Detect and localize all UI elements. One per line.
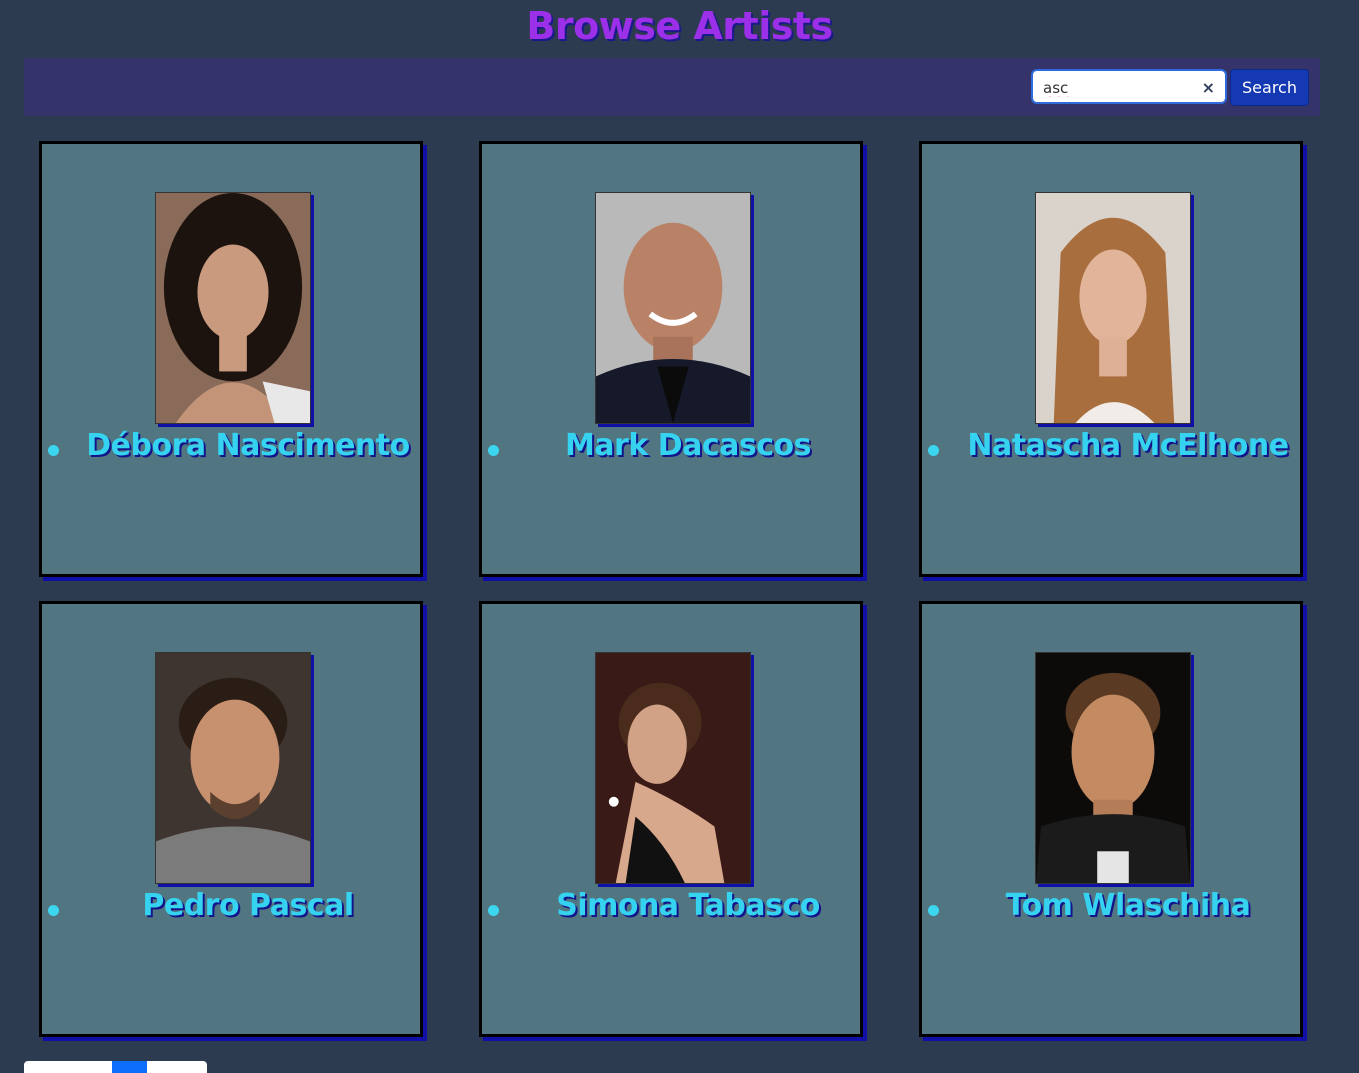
artist-photo[interactable] <box>155 652 311 884</box>
list-bullet <box>488 445 499 456</box>
artist-card[interactable]: Simona Tabasco <box>479 601 863 1037</box>
artist-card[interactable]: Tom Wlaschiha <box>919 601 1303 1037</box>
clear-icon[interactable]: × <box>1202 78 1215 97</box>
search-bar: × Search <box>24 58 1320 116</box>
artist-name[interactable]: Tom Wlaschiha <box>950 888 1306 923</box>
artist-card[interactable]: Débora Nascimento <box>39 141 423 577</box>
artist-name[interactable]: Natascha McElhone <box>950 428 1306 463</box>
artist-card[interactable]: Mark Dacascos <box>479 141 863 577</box>
search-button[interactable]: Search <box>1230 69 1309 106</box>
artist-photo[interactable] <box>595 192 751 424</box>
artist-photo[interactable] <box>1035 652 1191 884</box>
list-bullet <box>48 445 59 456</box>
artist-name[interactable]: Mark Dacascos <box>510 428 866 463</box>
pagination[interactable] <box>24 1061 207 1073</box>
list-bullet <box>48 905 59 916</box>
artist-card[interactable]: Pedro Pascal <box>39 601 423 1037</box>
artist-photo[interactable] <box>595 652 751 884</box>
search-field[interactable]: × <box>1031 69 1227 104</box>
list-bullet <box>488 905 499 916</box>
artist-name[interactable]: Simona Tabasco <box>510 888 866 923</box>
artist-card[interactable]: Natascha McElhone <box>919 141 1303 577</box>
artist-photo[interactable] <box>1035 192 1191 424</box>
list-bullet <box>928 905 939 916</box>
artist-photo[interactable] <box>155 192 311 424</box>
page-title: Browse Artists <box>526 4 833 48</box>
page-active[interactable] <box>112 1061 147 1073</box>
artist-name[interactable]: Pedro Pascal <box>70 888 426 923</box>
artist-name[interactable]: Débora Nascimento <box>70 428 426 463</box>
list-bullet <box>928 445 939 456</box>
search-input[interactable] <box>1043 79 1193 97</box>
